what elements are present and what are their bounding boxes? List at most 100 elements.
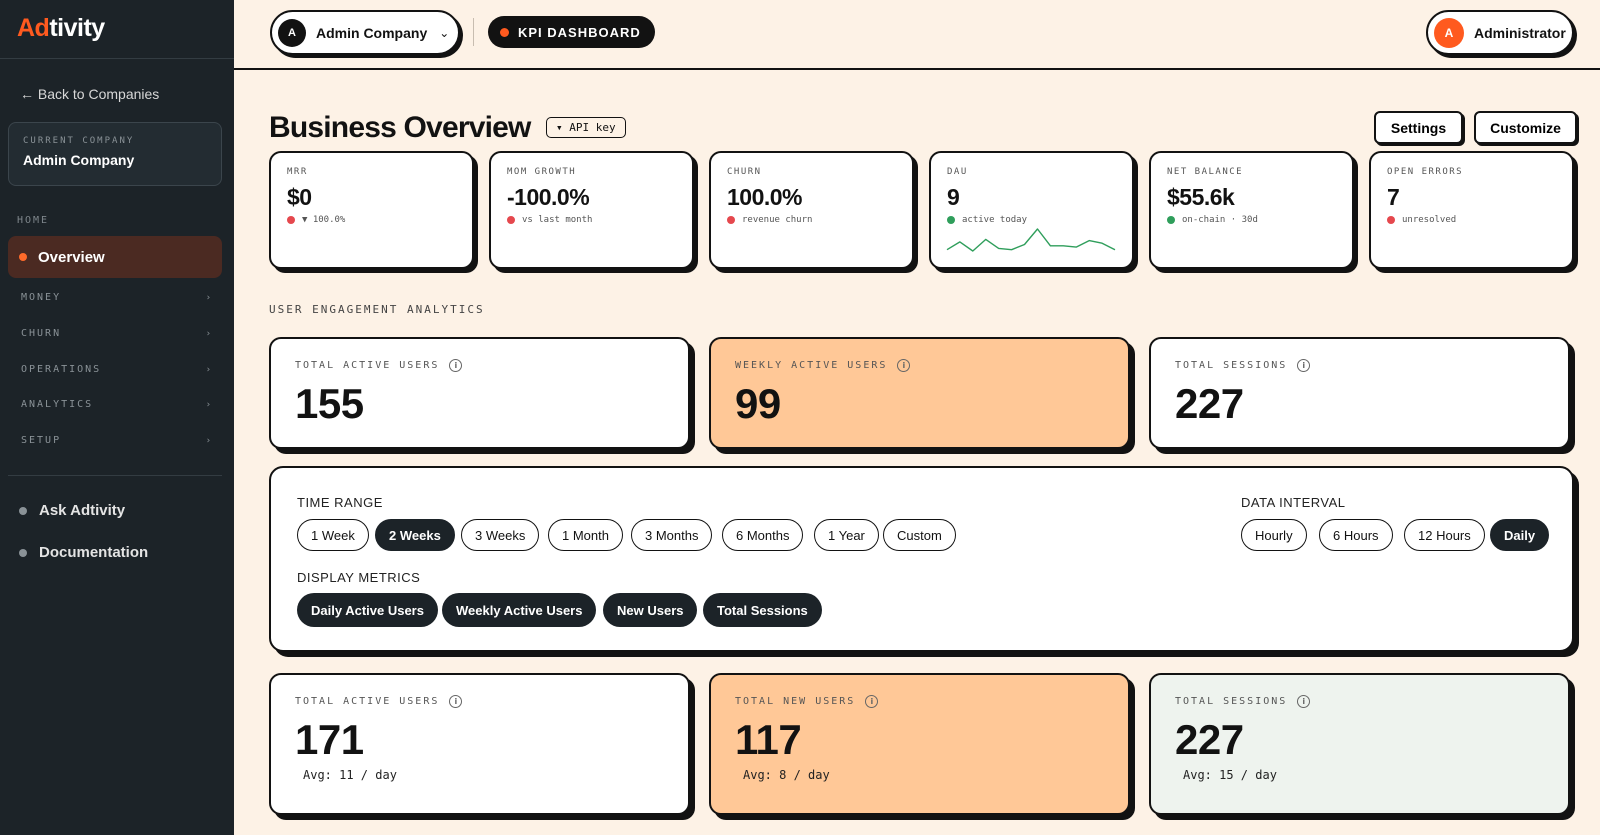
kpi-sub-text: ▼ 100.0%	[302, 215, 346, 225]
kpi-card-net-balance[interactable]: NET BALANCE $55.6k on-chain · 30d	[1149, 151, 1354, 269]
info-icon[interactable]: i	[865, 695, 879, 708]
stat-value: 227	[1175, 716, 1244, 763]
home-section-label: HOME	[17, 215, 50, 226]
interval-daily[interactable]: Daily	[1490, 519, 1550, 551]
time-range-1-week[interactable]: 1 Week	[297, 519, 369, 551]
user-menu-button[interactable]: A Administrator	[1426, 10, 1574, 55]
sidebar-group-setup[interactable]: SETUP ›	[21, 435, 211, 446]
info-icon[interactable]: i	[449, 359, 463, 372]
dau-sparkline	[946, 228, 1116, 252]
chevron-down-icon: ⌄	[439, 25, 450, 40]
settings-button[interactable]: Settings	[1374, 111, 1463, 144]
sidebar-group-churn[interactable]: CHURN ›	[21, 328, 211, 339]
logo-accent: Ad	[17, 14, 50, 42]
time-range-6-months[interactable]: 6 Months	[722, 519, 804, 551]
sidebar-item-overview[interactable]: Overview	[8, 236, 222, 278]
info-icon[interactable]: i	[1297, 695, 1311, 708]
sidebar-group-label: CHURN	[21, 328, 62, 339]
stat-value: 227	[1175, 380, 1244, 427]
interval-12-hours[interactable]: 12 Hours	[1404, 519, 1485, 551]
stat-label-text: WEEKLY ACTIVE USERS	[735, 360, 888, 371]
status-dot-icon	[1167, 216, 1175, 224]
kpi-label: DAU	[947, 167, 968, 177]
info-icon[interactable]: i	[449, 695, 463, 708]
time-range-2-weeks[interactable]: 2 Weeks	[375, 519, 455, 551]
app-logo[interactable]: Adtivity	[17, 14, 105, 43]
stat-label-text: TOTAL SESSIONS	[1175, 696, 1288, 707]
bullet-icon	[19, 548, 27, 557]
stat-average: Avg: 11 / day	[303, 768, 397, 782]
sidebar-link-documentation[interactable]: Documentation	[19, 544, 148, 561]
customize-button[interactable]: Customize	[1474, 111, 1577, 144]
kpi-card-mrr[interactable]: MRR $0 ▼ 100.0%	[269, 151, 474, 269]
kpi-card-dau[interactable]: DAU 9 active today	[929, 151, 1134, 269]
status-dot-icon	[1387, 216, 1395, 224]
company-switcher[interactable]: A Admin Company ⌄	[270, 10, 460, 55]
status-dot-icon	[500, 27, 509, 37]
stat-label: TOTAL ACTIVE USERS i	[295, 695, 664, 708]
status-dot-icon	[287, 216, 295, 224]
api-key-toggle[interactable]: ▾ API key	[546, 117, 626, 138]
chevron-right-icon: ›	[205, 364, 211, 375]
topbar-divider	[473, 18, 474, 46]
kpi-card-open-errors[interactable]: OPEN ERRORS 7 unresolved	[1369, 151, 1574, 269]
stat-label: WEEKLY ACTIVE USERS i	[735, 359, 1104, 372]
stat-label: TOTAL SESSIONS i	[1175, 359, 1544, 372]
stat-label: TOTAL ACTIVE USERS i	[295, 359, 664, 372]
time-range-3-weeks[interactable]: 3 Weeks	[461, 519, 540, 551]
kpi-dashboard-badge[interactable]: KPI DASHBOARD	[488, 16, 655, 48]
sidebar-group-operations[interactable]: OPERATIONS ›	[21, 364, 211, 375]
topbar: A Admin Company ⌄ KPI DASHBOARD A Admini…	[234, 0, 1600, 70]
chevron-right-icon: ›	[205, 399, 211, 410]
stat-label: TOTAL SESSIONS i	[1175, 695, 1544, 708]
kpi-sub-text: revenue churn	[742, 215, 813, 225]
sidebar-group-money[interactable]: MONEY ›	[21, 292, 211, 303]
kpi-label: CHURN	[727, 167, 762, 177]
back-to-companies-link[interactable]: ← Back to Companies	[20, 86, 159, 102]
sidebar-divider	[8, 475, 222, 476]
sidebar-group-label: SETUP	[21, 435, 62, 446]
time-range-1-month[interactable]: 1 Month	[548, 519, 623, 551]
kpi-value: 100.0%	[727, 184, 803, 210]
stat-value: 99	[735, 380, 781, 427]
status-dot-icon	[507, 216, 515, 224]
time-range-custom[interactable]: Custom	[883, 519, 956, 551]
kpi-value: $55.6k	[1167, 184, 1235, 210]
user-name: Administrator	[1474, 24, 1566, 41]
stat-card-total-active-users: TOTAL ACTIVE USERS i 155	[269, 337, 690, 449]
filter-panel: TIME RANGE 1 Week 2 Weeks 3 Weeks 1 Mont…	[269, 466, 1574, 652]
kpi-card-mom-growth[interactable]: MOM GROWTH -100.0% vs last month	[489, 151, 694, 269]
kpi-label: MRR	[287, 167, 308, 177]
logo-text: tivity	[49, 14, 105, 42]
company-switcher-label: Admin Company	[316, 24, 428, 41]
stat-label-text: TOTAL NEW USERS	[735, 696, 856, 707]
kpi-dashboard-label: KPI DASHBOARD	[518, 24, 641, 40]
sidebar-link-ask-adtivity[interactable]: Ask Adtivity	[19, 502, 125, 519]
status-dot-icon	[947, 216, 955, 224]
info-icon[interactable]: i	[1297, 359, 1311, 372]
kpi-value: $0	[287, 184, 312, 210]
interval-6-hours[interactable]: 6 Hours	[1319, 519, 1393, 551]
sidebar-group-analytics[interactable]: ANALYTICS ›	[21, 399, 211, 410]
stat-value: 171	[295, 716, 364, 763]
kpi-sub: vs last month	[507, 215, 676, 225]
stat-label-text: TOTAL ACTIVE USERS	[295, 696, 440, 707]
time-range-1-year[interactable]: 1 Year	[814, 519, 879, 551]
metric-weekly-active-users[interactable]: Weekly Active Users	[442, 593, 597, 627]
kpi-card-churn[interactable]: CHURN 100.0% revenue churn	[709, 151, 914, 269]
current-company-box[interactable]: CURRENT COMPANY Admin Company	[8, 122, 222, 186]
interval-hourly[interactable]: Hourly	[1241, 519, 1307, 551]
stat-card-weekly-active-users: WEEKLY ACTIVE USERS i 99	[709, 337, 1130, 449]
info-icon[interactable]: i	[897, 359, 911, 372]
kpi-sub: ▼ 100.0%	[287, 215, 456, 225]
metric-new-users[interactable]: New Users	[603, 593, 698, 627]
sidebar-link-label: Documentation	[39, 544, 149, 561]
time-range-3-months[interactable]: 3 Months	[631, 519, 713, 551]
kpi-label: MOM GROWTH	[507, 167, 577, 177]
kpi-sub: active today	[947, 215, 1116, 225]
metric-daily-active-users[interactable]: Daily Active Users	[297, 593, 438, 627]
stat-card-total-sessions: TOTAL SESSIONS i 227	[1149, 337, 1570, 449]
dau-sparkline-line	[946, 228, 1116, 252]
metric-total-sessions[interactable]: Total Sessions	[703, 593, 822, 627]
sidebar-group-label: MONEY	[21, 292, 62, 303]
